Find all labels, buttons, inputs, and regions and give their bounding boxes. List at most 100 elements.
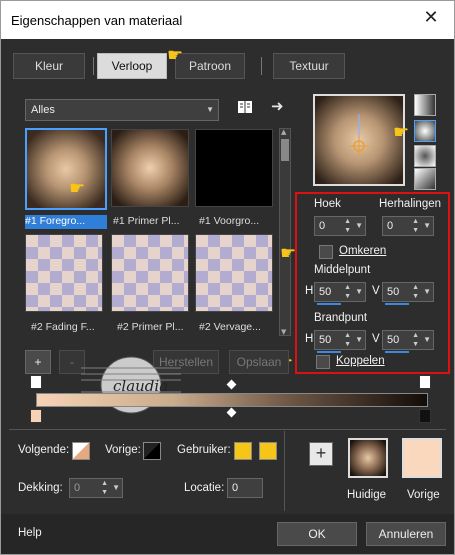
link-checkbox[interactable] [316, 355, 330, 369]
center-h-slider[interactable] [317, 303, 341, 305]
location-field[interactable]: 0 [227, 478, 263, 498]
opacity-value: 0 [74, 482, 81, 494]
tab-patroon[interactable]: Patroon [175, 53, 245, 79]
spin-arrows-icon[interactable]: ▲ ▼ [344, 217, 351, 235]
user-swatch-1[interactable] [234, 442, 252, 460]
chevron-down-icon[interactable]: ▼ [423, 217, 431, 235]
spin-arrows-icon[interactable]: ▲ ▼ [101, 479, 108, 497]
gradient-preview[interactable] [313, 94, 405, 186]
gallery-thumb-4[interactable] [25, 234, 103, 312]
gallery-label-3[interactable]: #1 Voorgro... [199, 215, 281, 229]
focal-point-label: Brandpunt [314, 312, 368, 324]
color-stop-left[interactable] [30, 409, 42, 423]
spin-arrows-icon[interactable]: ▲ ▼ [412, 217, 419, 235]
opacity-label: Dekking: [18, 482, 63, 494]
gallery-label-4[interactable]: #2 Fading F... [31, 321, 113, 335]
opacity-stop-right[interactable] [419, 375, 431, 389]
scroll-down-icon[interactable]: ▼ [281, 328, 286, 336]
center-point-label: Middelpunt [314, 264, 371, 276]
center-h-spinner[interactable]: 50 ▲ ▼ ▼ [314, 282, 366, 305]
focal-v-value: 50 [387, 334, 400, 346]
center-handle-icon[interactable] [315, 96, 403, 184]
opacity-stop-left[interactable] [30, 375, 42, 389]
current-swatch[interactable] [348, 438, 388, 478]
invert-label: Omkeren [339, 245, 387, 257]
open-book-icon[interactable] [237, 99, 253, 117]
gradient-bar[interactable] [36, 393, 428, 407]
invert-checkbox[interactable] [319, 245, 333, 259]
chevron-down-icon[interactable]: ▼ [423, 331, 431, 349]
tab-verloop[interactable]: Verloop [97, 53, 167, 79]
gallery-label-2[interactable]: #1 Primer Pl... [113, 215, 195, 229]
vertical-divider [284, 431, 285, 511]
center-h-label: H [305, 285, 314, 297]
gallery-scrollbar[interactable]: ▲ ▼ [279, 128, 291, 336]
prev-label: Vorige: [105, 444, 141, 456]
save-button[interactable]: Opslaan [229, 350, 289, 374]
color-midpoint[interactable] [226, 407, 237, 418]
chevron-down-icon[interactable]: ▼ [355, 217, 363, 235]
sunburst-style-button[interactable] [414, 145, 436, 167]
radial-style-button[interactable] [414, 168, 436, 190]
angle-spinner[interactable]: 0 ▲ ▼ ▼ [314, 216, 366, 236]
gallery-thumb-5[interactable] [111, 234, 189, 312]
title-bar: Eigenschappen van materiaal ✕ [1, 1, 454, 39]
next-swatch[interactable] [72, 442, 90, 460]
category-select[interactable]: Alles ▼ [25, 99, 219, 121]
help-link[interactable]: Help [18, 527, 42, 539]
close-button[interactable]: ✕ [420, 7, 442, 29]
spin-arrows-icon[interactable]: ▲ ▼ [344, 283, 351, 301]
focal-h-spinner[interactable]: 50 ▲ ▼ ▼ [314, 330, 366, 353]
gallery-thumb-6[interactable] [195, 234, 273, 312]
gallery-label-5[interactable]: #2 Primer Pl... [117, 321, 199, 335]
opacity-spinner[interactable]: 0 ▲ ▼ ▼ [69, 478, 123, 498]
spin-arrows-icon[interactable]: ▲ ▼ [344, 331, 351, 349]
center-v-slider[interactable] [385, 303, 409, 305]
focal-h-label: H [305, 333, 314, 345]
prev-swatch[interactable] [143, 442, 161, 460]
spin-arrows-icon[interactable]: ▲ ▼ [412, 283, 419, 301]
cancel-button[interactable]: Annuleren [366, 522, 446, 546]
gallery-label-6[interactable]: #2 Vervage... [199, 321, 281, 335]
scroll-up-icon[interactable]: ▲ [281, 128, 286, 136]
add-swatch-button[interactable]: + [309, 442, 333, 466]
next-label: Volgende: [18, 444, 70, 456]
arrow-right-icon[interactable]: ➜ [271, 97, 284, 115]
pointing-hand-icon: ☛ [69, 178, 86, 199]
tab-separator [261, 57, 262, 75]
scrollbar-thumb[interactable] [281, 139, 289, 161]
tab-textuur[interactable]: Textuur [273, 53, 345, 79]
divider [9, 429, 446, 430]
gallery-thumb-2[interactable] [111, 129, 189, 207]
angle-label: Hoek [314, 198, 341, 210]
previous-color-swatch[interactable] [402, 438, 442, 478]
repeats-label: Herhalingen [379, 198, 442, 210]
user-swatch-2[interactable] [259, 442, 277, 460]
spin-arrows-icon[interactable]: ▲ ▼ [412, 331, 419, 349]
tab-kleur[interactable]: Kleur [13, 53, 85, 79]
chevron-down-icon[interactable]: ▼ [355, 283, 363, 301]
repeats-value: 0 [387, 220, 394, 232]
gallery-thumb-1[interactable] [25, 128, 107, 210]
color-stop-right[interactable] [419, 409, 431, 423]
linear-style-button[interactable] [414, 94, 436, 116]
gallery-label-1[interactable]: #1 Foregro... [25, 215, 107, 229]
focal-v-slider[interactable] [385, 351, 409, 353]
location-value: 0 [232, 482, 239, 494]
repeats-spinner[interactable]: 0 ▲ ▼ ▼ [382, 216, 434, 236]
window-title: Eigenschappen van materiaal [11, 13, 183, 28]
focal-v-spinner[interactable]: 50 ▲ ▼ ▼ [382, 330, 434, 353]
chevron-down-icon[interactable]: ▼ [355, 331, 363, 349]
focal-h-value: 50 [319, 334, 332, 346]
chevron-down-icon[interactable]: ▼ [423, 283, 431, 301]
add-stop-button[interactable]: + [25, 350, 51, 374]
ok-button[interactable]: OK [277, 522, 357, 546]
opacity-midpoint[interactable] [226, 379, 237, 390]
focal-h-slider[interactable] [317, 351, 341, 353]
center-v-spinner[interactable]: 50 ▲ ▼ ▼ [382, 282, 434, 305]
chevron-down-icon[interactable]: ▼ [112, 479, 120, 497]
focal-v-label: V [372, 333, 380, 345]
gallery-thumb-3[interactable] [195, 129, 273, 207]
location-label: Locatie: [184, 482, 225, 494]
rectangular-style-button[interactable] [414, 120, 436, 142]
